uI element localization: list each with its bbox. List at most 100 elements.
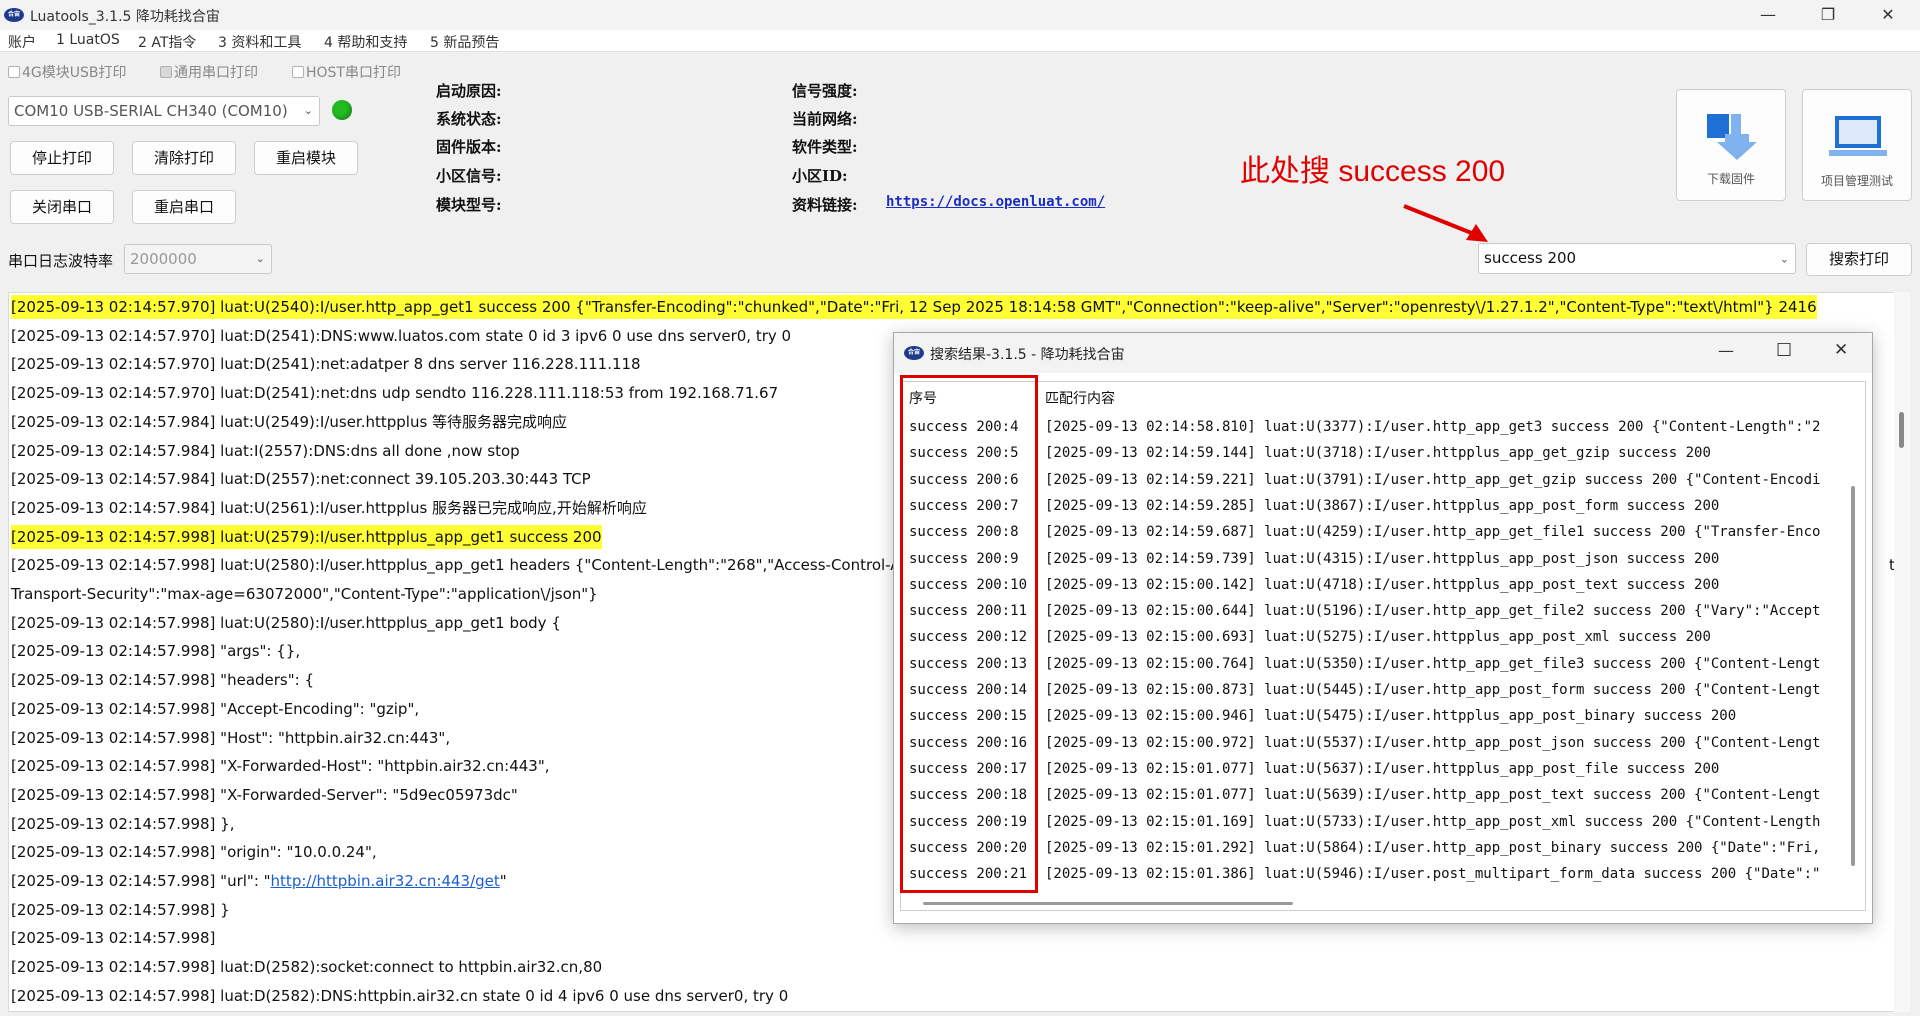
restart-module-button[interactable]: 重启模块	[254, 141, 358, 175]
annotation-text: 此处搜 success 200	[1240, 155, 1506, 188]
checkbox-label: 4G模块USB打印	[22, 65, 127, 81]
log-line: [2025-09-13 02:14:57.970] luat:U(2540):I…	[11, 295, 1817, 319]
log-line: [2025-09-13 02:14:57.998] "origin": "10.…	[11, 840, 377, 864]
log-line-text: [2025-09-13 02:14:57.970] luat:D(2541):n…	[11, 355, 641, 374]
menu-item-at[interactable]: 2 AT指令	[138, 32, 196, 52]
project-test-label: 项目管理测试	[1820, 174, 1893, 188]
search-result-dialog: 合宙 搜索结果-3.1.5 - 降功耗找合宙 — ☐ ✕ 序号 匹配行内容 su…	[893, 332, 1873, 924]
cell-id-label: 小区ID:	[792, 167, 848, 185]
log-line-text: [2025-09-13 02:14:57.998] luat:U(2580):I…	[11, 556, 948, 575]
row-content: [2025-09-13 02:14:58.810] luat:U(3377):I…	[1045, 419, 1821, 435]
checkbox-box[interactable]	[8, 66, 20, 78]
connection-status-icon	[332, 100, 352, 120]
download-icon	[1707, 114, 1757, 160]
stop-print-button[interactable]: 停止打印	[10, 141, 114, 175]
dialog-maximize-button[interactable]: ☐	[1776, 340, 1792, 361]
chevron-down-icon: ⌄	[255, 252, 265, 265]
dialog-close-button[interactable]: ✕	[1834, 340, 1848, 360]
menu-item-account[interactable]: 账户	[8, 32, 36, 52]
log-line: [2025-09-13 02:14:57.998] "X-Forwarded-H…	[11, 754, 550, 778]
checkbox-host-print[interactable]: HOST串口打印	[292, 62, 401, 82]
log-line: [2025-09-13 02:14:57.984] luat:D(2557):n…	[11, 467, 591, 491]
cell-signal-label: 小区信号:	[436, 167, 502, 185]
checkbox-label: HOST串口打印	[306, 65, 401, 81]
port-select[interactable]: COM10 USB-SERIAL CH340 (COM10) ⌄	[8, 96, 320, 126]
menu-bar: 账户 1 LuatOS 2 AT指令 3 资料和工具 4 帮助和支持 5 新品预…	[0, 30, 1920, 52]
log-scrollbar-thumb[interactable]	[1899, 412, 1904, 448]
search-input-value: success 200	[1484, 249, 1577, 267]
row-content: [2025-09-13 02:15:01.077] luat:U(5637):I…	[1045, 760, 1720, 777]
current-network-label: 当前网络:	[792, 110, 858, 128]
log-line-text: "	[499, 872, 507, 890]
row-content: [2025-09-13 02:14:59.285] luat:U(3867):I…	[1045, 497, 1720, 514]
checkbox-4g-usb-print[interactable]: 4G模块USB打印	[8, 62, 127, 82]
system-status-label: 系统状态:	[436, 110, 502, 128]
checkbox-box[interactable]	[292, 66, 304, 78]
app-logo-icon: 合宙	[4, 8, 24, 22]
log-line: [2025-09-13 02:14:57.984] luat:U(2549):I…	[11, 410, 567, 434]
dialog-logo-icon: 合宙	[904, 346, 924, 360]
row-content: [2025-09-13 02:15:01.169] luat:U(5733):I…	[1045, 813, 1821, 830]
download-firmware-button[interactable]: 下载固件	[1676, 89, 1786, 201]
menu-item-help[interactable]: 4 帮助和支持	[324, 32, 407, 52]
log-line: [2025-09-13 02:14:57.998] luat:U(2580):I…	[11, 611, 561, 635]
log-line-text: [2025-09-13 02:14:57.998] "Host": "httpb…	[11, 728, 451, 747]
chevron-down-icon: ⌄	[303, 104, 313, 117]
minimize-button[interactable]: —	[1740, 0, 1796, 30]
log-line-text: [2025-09-13 02:14:57.998] "url": "	[11, 872, 271, 890]
baud-select-value: 2000000	[130, 250, 197, 268]
project-test-button[interactable]: 项目管理测试	[1802, 89, 1912, 201]
baud-select[interactable]: 2000000 ⌄	[124, 244, 272, 274]
log-line: [2025-09-13 02:14:57.998] }	[11, 898, 230, 922]
close-port-button[interactable]: 关闭串口	[10, 190, 114, 224]
title-bar: 合宙 Luatools_3.1.5 降功耗找合宙 — ❐ ✕	[0, 0, 1920, 30]
log-line-text: [2025-09-13 02:14:57.970] luat:D(2541):n…	[11, 384, 779, 403]
doc-link[interactable]: https://docs.openluat.com/	[886, 194, 1105, 210]
checkbox-box[interactable]	[160, 66, 172, 78]
row-content: [2025-09-13 02:15:01.077] luat:U(5639):I…	[1045, 787, 1821, 804]
row-content: [2025-09-13 02:15:01.292] luat:U(5864):I…	[1045, 839, 1821, 856]
menu-item-preview[interactable]: 5 新品预告	[430, 32, 499, 52]
log-line: [2025-09-13 02:14:57.998] "X-Forwarded-S…	[11, 783, 518, 807]
log-scrollbar[interactable]	[1894, 292, 1910, 1012]
row-content: [2025-09-13 02:15:00.873] luat:U(5445):I…	[1045, 682, 1821, 698]
log-line-text: [2025-09-13 02:14:57.998] }	[11, 900, 230, 919]
dialog-minimize-button[interactable]: —	[1718, 341, 1734, 360]
menu-item-tools[interactable]: 3 资料和工具	[218, 32, 301, 52]
clear-print-button[interactable]: 清除打印	[132, 141, 236, 175]
checkbox-serial-print[interactable]: 通用串口打印	[160, 62, 258, 82]
restart-port-button[interactable]: 重启串口	[132, 190, 236, 224]
checkbox-label: 通用串口打印	[174, 65, 258, 81]
menu-item-luatos[interactable]: 1 LuatOS	[56, 32, 120, 48]
log-line: [2025-09-13 02:14:57.998] luat:U(2580):I…	[11, 553, 948, 577]
maximize-button[interactable]: ❐	[1800, 0, 1856, 30]
software-type-label: 软件类型:	[792, 138, 858, 156]
log-line-text: Transport-Security":"max-age=63072000","…	[11, 585, 598, 603]
log-line-text: [2025-09-13 02:14:57.998] },	[11, 814, 235, 833]
log-line: [2025-09-13 02:14:57.998] },	[11, 812, 235, 836]
row-content: [2025-09-13 02:15:00.764] luat:U(5350):I…	[1045, 655, 1821, 672]
log-line-text: [2025-09-13 02:14:57.998] luat:U(2580):I…	[11, 613, 561, 632]
log-line: [2025-09-13 02:14:57.998] luat:U(2579):I…	[11, 524, 602, 549]
row-content: [2025-09-13 02:14:59.221] luat:U(3791):I…	[1045, 471, 1821, 488]
result-table[interactable]: 序号 匹配行内容 success 200:4 [2025-09-13 02:14:…	[900, 381, 1866, 911]
log-line-text: [2025-09-13 02:14:57.984] luat:D(2557):n…	[11, 470, 591, 489]
boot-reason-label: 启动原因:	[436, 82, 502, 100]
log-line: [2025-09-13 02:14:57.998] "Accept-Encodi…	[11, 697, 419, 721]
log-line-text: [2025-09-13 02:14:57.998] "X-Forwarded-H…	[11, 757, 550, 776]
close-button[interactable]: ✕	[1860, 0, 1916, 30]
search-print-button[interactable]: 搜索打印	[1806, 243, 1912, 276]
result-scrollbar-thumb[interactable]	[1851, 486, 1855, 866]
log-line-text: [2025-09-13 02:14:57.984] luat:U(2561):I…	[11, 498, 647, 517]
log-url-link[interactable]: http://httpbin.air32.cn:443/get	[271, 872, 500, 890]
log-line: [2025-09-13 02:14:57.998] luat:D(2582):s…	[11, 955, 602, 979]
log-line-text: [2025-09-13 02:14:57.984] luat:I(2557):D…	[11, 441, 520, 460]
result-hscrollbar-thumb[interactable]	[923, 902, 1293, 905]
log-line: Transport-Security":"max-age=63072000","…	[11, 582, 598, 606]
dialog-title-bar: 合宙 搜索结果-3.1.5 - 降功耗找合宙 — ☐ ✕	[894, 333, 1872, 373]
search-input[interactable]: success 200 ⌄	[1478, 243, 1796, 274]
log-line-text: [2025-09-13 02:14:57.998] "Accept-Encodi…	[11, 699, 420, 718]
log-line: [2025-09-13 02:14:57.998]	[11, 926, 215, 950]
row-content: [2025-09-13 02:15:00.972] luat:U(5537):I…	[1045, 734, 1821, 751]
log-line-text: [2025-09-13 02:14:57.998] "args": {},	[11, 642, 301, 661]
